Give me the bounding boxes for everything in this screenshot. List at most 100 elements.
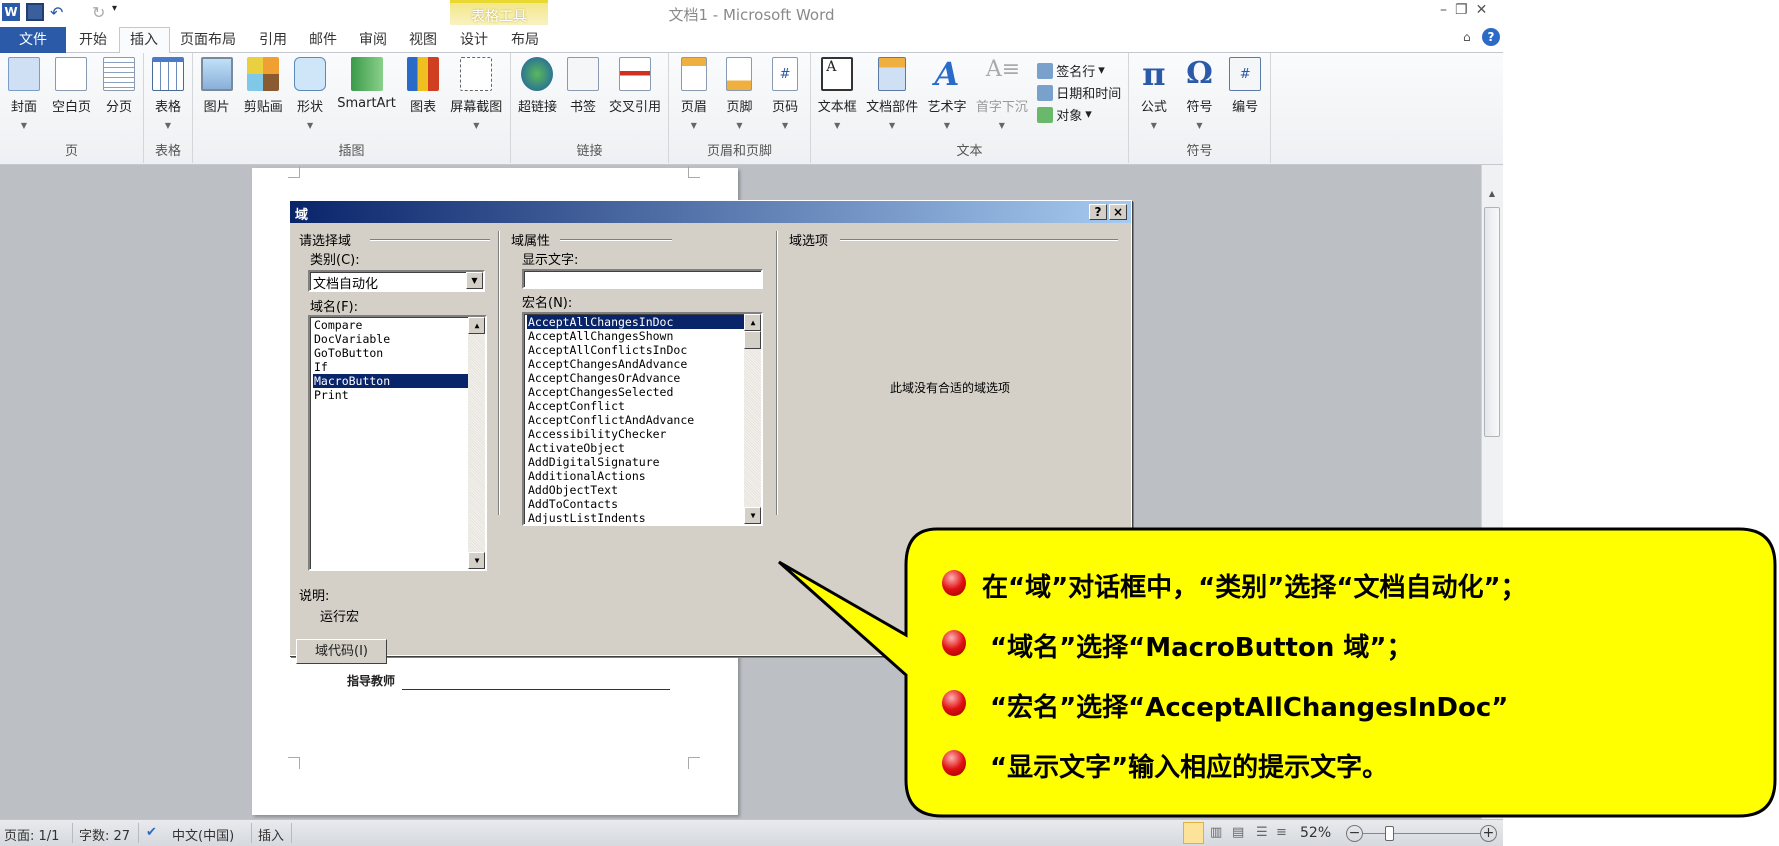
smartart-button[interactable]: SmartArt	[337, 57, 396, 130]
chart-button[interactable]: 图表	[407, 57, 440, 130]
no-options-message: 此域没有合适的域选项	[890, 381, 1011, 395]
field-name-item[interactable]: Compare	[313, 318, 483, 332]
chevron-down-icon[interactable]: ▼	[466, 272, 483, 289]
macro-name-item[interactable]: AcceptChangesOrAdvance	[527, 371, 759, 385]
proofing-icon[interactable]: ✔	[146, 825, 157, 840]
text-box-button[interactable]: A 文本框 ▼	[818, 57, 857, 130]
numbering-button[interactable]: # 编号	[1229, 57, 1262, 130]
macro-name-item[interactable]: AcceptAllChangesInDoc	[527, 315, 759, 329]
language[interactable]: 中文(中国)	[172, 825, 234, 844]
field-name-item[interactable]: GoToButton	[313, 346, 483, 360]
signature-line-button[interactable]: 签名行 ▾	[1037, 61, 1121, 80]
scroll-thumb[interactable]	[744, 331, 761, 349]
cover-page-button[interactable]: 封面 ▼	[7, 57, 40, 130]
cross-reference-button[interactable]: 交叉引用	[609, 57, 661, 115]
window-controls[interactable]: –❐✕	[1440, 2, 1495, 18]
collapse-ribbon-icon[interactable]: ⌂	[1463, 30, 1471, 44]
macro-name-item[interactable]: AdjustListIndents	[527, 511, 759, 524]
footer-button[interactable]: 页脚 ▼	[726, 57, 752, 130]
tab-file[interactable]: 文件	[0, 27, 66, 53]
shapes-button[interactable]: 形状 ▼	[294, 57, 327, 130]
display-text-input[interactable]	[522, 269, 763, 289]
zoom-slider-thumb[interactable]	[1385, 826, 1395, 841]
field-names-list[interactable]: Compare DocVariable GoToButton If MacroButto…	[308, 315, 487, 571]
zoom-out-icon[interactable]: −	[1346, 825, 1363, 842]
wordart-button[interactable]: A 艺术字 ▼	[927, 57, 966, 130]
quick-parts-button[interactable]: 文档部件 ▼	[866, 57, 918, 130]
scroll-up-icon[interactable]: ▲	[744, 314, 761, 331]
scroll-up-icon[interactable]: ▲	[1484, 189, 1500, 203]
bookmark-button[interactable]: 书签	[566, 57, 599, 115]
field-name-item[interactable]: DocVariable	[313, 332, 483, 346]
zoom-level[interactable]: 52%	[1300, 825, 1331, 841]
page-count[interactable]: 页面: 1/1	[4, 825, 59, 844]
table-button[interactable]: 表格 ▼	[152, 57, 184, 130]
blank-page-button[interactable]: 空白页	[52, 57, 91, 130]
tab-layout[interactable]: 布局	[511, 29, 539, 49]
header-button[interactable]: 页眉 ▼	[680, 57, 707, 130]
macro-name-item[interactable]: AcceptConflictAndAdvance	[527, 413, 759, 427]
date-time-button[interactable]: 日期和时间	[1037, 83, 1121, 102]
symbol-button[interactable]: Ω 符号 ▼	[1183, 56, 1215, 131]
screenshot-button[interactable]: 屏幕截图 ▼	[450, 57, 502, 130]
macro-name-item[interactable]: AcceptChangesAndAdvance	[527, 357, 759, 371]
tab-review[interactable]: 审阅	[359, 29, 387, 49]
macro-name-item[interactable]: AcceptAllChangesShown	[527, 329, 759, 343]
macro-name-item[interactable]: AdditionalActions	[527, 469, 759, 483]
help-button[interactable]: ?	[1089, 204, 1107, 220]
zoom-in-icon[interactable]: +	[1480, 825, 1497, 842]
scroll-up-icon[interactable]: ▲	[468, 317, 485, 334]
outline-view-icon[interactable]: ☰	[1256, 825, 1268, 840]
field-name-item[interactable]: MacroButton	[313, 374, 483, 388]
minimize-icon[interactable]: –	[1440, 2, 1455, 18]
macro-name-item[interactable]: AccessibilityChecker	[527, 427, 759, 441]
field-names-label: 域名(F):	[310, 300, 359, 315]
web-layout-icon[interactable]: ▤	[1232, 825, 1244, 840]
page-number-button[interactable]: # 页码 ▼	[772, 57, 798, 130]
divider	[840, 239, 1118, 241]
equation-button[interactable]: π 公式 ▼	[1138, 57, 1170, 130]
tab-insert[interactable]: 插入	[130, 29, 158, 49]
scroll-down-icon[interactable]: ▼	[744, 507, 761, 524]
tab-page-layout[interactable]: 页面布局	[180, 29, 236, 49]
field-name-item[interactable]: Print	[313, 388, 483, 402]
tab-references[interactable]: 引用	[259, 29, 287, 49]
category-select[interactable]: 文档自动化 ▼	[308, 270, 485, 292]
macro-list-scrollbar[interactable]: ▲ ▼	[744, 314, 761, 524]
macro-name-item[interactable]: ActivateObject	[527, 441, 759, 455]
field-codes-button[interactable]: 域代码(I)	[296, 639, 387, 664]
help-icon[interactable]: ?	[1482, 28, 1500, 46]
clip-art-button[interactable]: 剪贴画	[244, 57, 283, 130]
scroll-thumb[interactable]	[1484, 207, 1500, 437]
macro-name-item[interactable]: AddToContacts	[527, 497, 759, 511]
zoom-slider[interactable]	[1363, 833, 1480, 834]
draft-view-icon[interactable]: ≡	[1276, 825, 1287, 840]
word-count[interactable]: 字数: 27	[79, 825, 130, 844]
reading-view-icon[interactable]: ▥	[1210, 825, 1222, 840]
print-layout-view-icon[interactable]	[1183, 822, 1204, 844]
close-button[interactable]: ×	[1109, 204, 1127, 220]
object-button[interactable]: 对象 ▾	[1037, 105, 1121, 124]
restore-icon[interactable]: ❐	[1455, 2, 1476, 18]
insert-mode[interactable]: 插入	[258, 825, 284, 844]
tab-view[interactable]: 视图	[409, 29, 437, 49]
tab-home[interactable]: 开始	[79, 29, 107, 49]
hyperlink-button[interactable]: 超链接	[518, 57, 557, 115]
omega-icon: Ω	[1186, 56, 1213, 91]
macro-name-item[interactable]: AcceptConflict	[527, 399, 759, 413]
macro-name-item[interactable]: AddObjectText	[527, 483, 759, 497]
page-break-button[interactable]: 分页	[102, 57, 135, 130]
tab-design[interactable]: 设计	[460, 29, 488, 49]
field-list-scrollbar[interactable]: ▲ ▼	[468, 317, 485, 569]
drop-cap-button[interactable]: A≡ 首字下沉 ▼	[976, 57, 1028, 130]
macro-name-item[interactable]: AcceptAllConflictsInDoc	[527, 343, 759, 357]
tab-mailings[interactable]: 邮件	[309, 29, 337, 49]
window-title: 文档1 - Microsoft Word	[668, 6, 835, 24]
field-name-item[interactable]: If	[313, 360, 483, 374]
scroll-down-icon[interactable]: ▼	[468, 552, 485, 569]
macro-name-item[interactable]: AddDigitalSignature	[527, 455, 759, 469]
picture-button[interactable]: 图片	[200, 57, 233, 130]
close-icon[interactable]: ✕	[1476, 2, 1496, 18]
macro-name-item[interactable]: AcceptChangesSelected	[527, 385, 759, 399]
macro-name-list[interactable]: AcceptAllChangesInDoc AcceptAllChangesSho…	[522, 312, 763, 526]
